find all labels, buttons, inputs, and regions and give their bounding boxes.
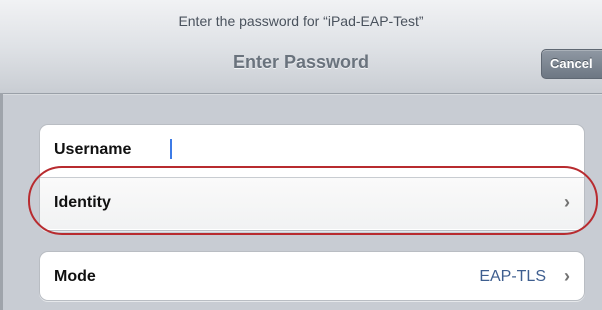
credentials-group: Username Identity ›: [39, 124, 585, 231]
mode-label: Mode: [54, 268, 96, 285]
username-label: Username: [54, 141, 132, 158]
identity-label: Identity: [54, 194, 111, 211]
left-edge-divider: [0, 93, 3, 310]
navigation-bar: Enter the password for “iPad-EAP-Test” E…: [0, 0, 602, 94]
username-row[interactable]: Username: [40, 125, 584, 177]
identity-row[interactable]: Identity ›: [40, 177, 584, 229]
chevron-right-icon: ›: [564, 192, 570, 212]
password-prompt: Enter the password for “iPad-EAP-Test”: [178, 13, 424, 29]
page-title: Enter Password: [232, 52, 370, 72]
chevron-right-icon: ›: [564, 266, 570, 286]
text-cursor: [170, 139, 172, 159]
mode-group: Mode EAP-TLS ›: [39, 251, 585, 301]
enter-password-sheet: Enter the password for “iPad-EAP-Test” E…: [0, 0, 602, 310]
cancel-button[interactable]: Cancel: [541, 49, 602, 79]
mode-value: EAP-TLS: [479, 268, 546, 285]
mode-row[interactable]: Mode EAP-TLS ›: [40, 252, 584, 300]
